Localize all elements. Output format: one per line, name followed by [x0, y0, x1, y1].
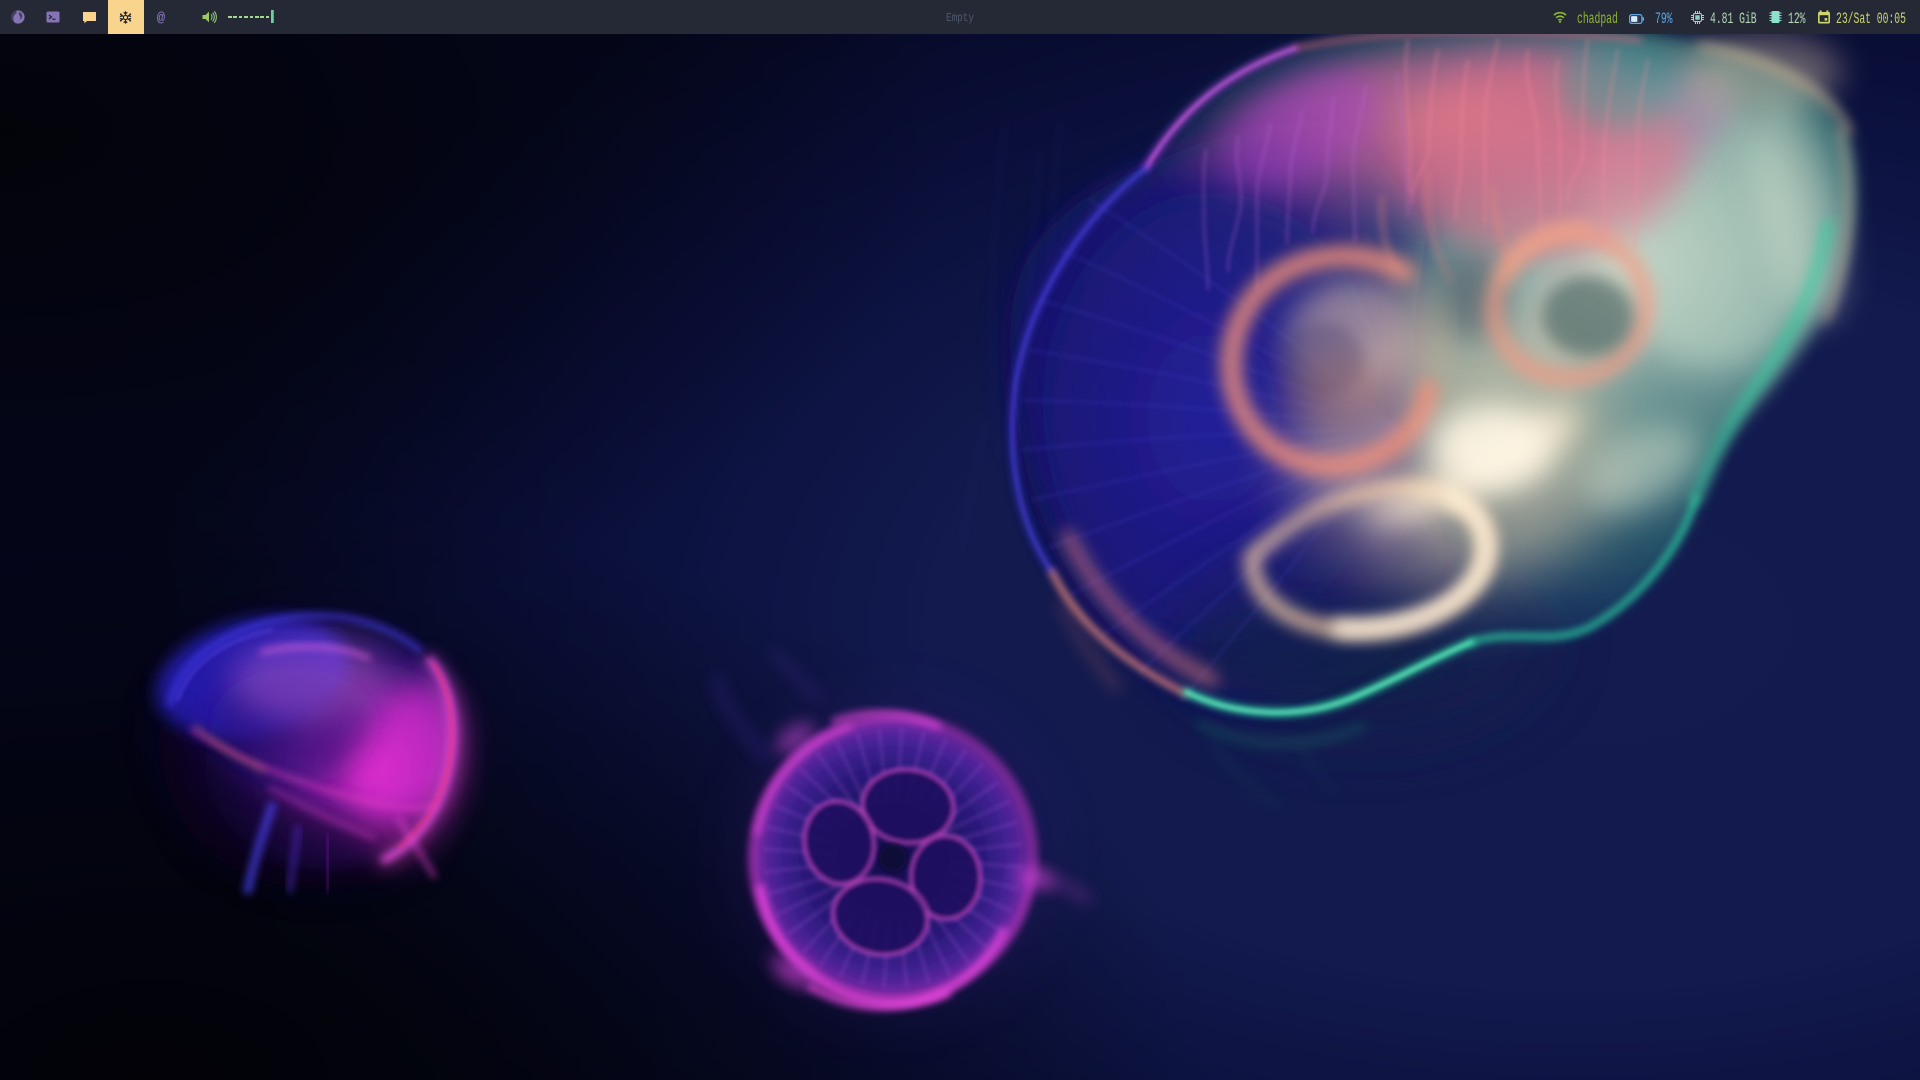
svg-text:@: @	[157, 11, 166, 26]
